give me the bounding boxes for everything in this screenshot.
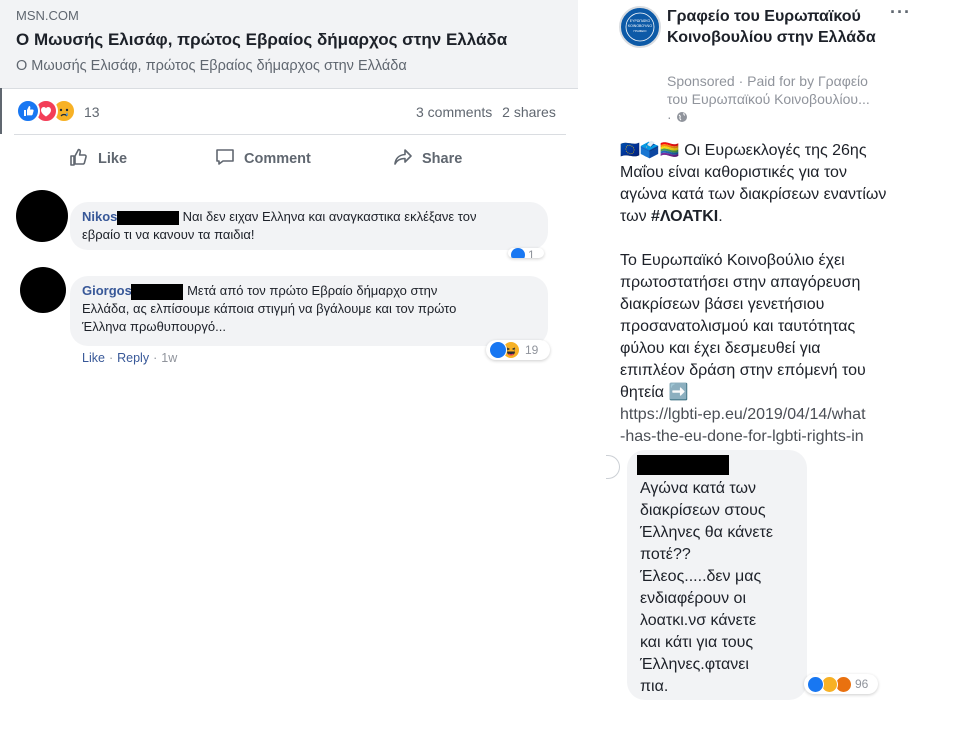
comment-author[interactable]: Nikos	[82, 209, 117, 224]
share-icon	[392, 146, 414, 172]
comment-line: πια.	[640, 678, 669, 695]
comment-reaction-count: 1	[528, 248, 535, 258]
comment-reply-link[interactable]: Reply	[117, 351, 149, 365]
comments-count[interactable]: 3 comments	[416, 104, 492, 120]
post-text: Μαΐου είναι καθοριστικές για τον	[620, 164, 847, 181]
comment-reaction-count: 19	[525, 343, 539, 357]
comment-line: διακρίσεων στους	[640, 502, 766, 519]
like-label: Like	[98, 151, 128, 167]
post-text: θητεία ➡️	[620, 384, 689, 401]
post-text: διακρίσεων βάσει γενετήσιου	[620, 296, 825, 313]
link-description: Ο Μωυσής Ελισάφ, πρώτος Εβραίος δήμαρχος…	[16, 58, 407, 74]
link-domain: MSN.COM	[16, 8, 79, 23]
comment-icon	[214, 146, 236, 172]
comment-line: ενδιαφέρουν οι	[640, 590, 746, 607]
comment-line: Έλληνες.φτανει	[640, 656, 749, 673]
link-preview-card[interactable]: MSN.COM Ο Μωυσής Ελισάφ, πρώτος Εβραίος …	[0, 0, 578, 89]
more-options-icon[interactable]: ···	[890, 2, 911, 23]
link-title[interactable]: Ο Μωυσής Ελισάφ, πρώτος Εβραίος δήμαρχος…	[16, 30, 507, 50]
comment-line: και κάτι για τους	[640, 634, 754, 651]
comment-line: Αγώνα κατά των	[640, 480, 756, 497]
post-text: αγώνα κατά των διακρίσεων εναντίων	[620, 186, 887, 203]
sponsored-label: Sponsored · Paid for by Γραφείο του Ευρω…	[667, 72, 887, 127]
page-name[interactable]: Γραφείο του Ευρωπαϊκού Κοινοβουλίου στην…	[667, 6, 887, 48]
emoji-flags: 🇪🇺🗳️🏳️‍🌈	[620, 142, 680, 159]
globe-icon[interactable]	[676, 109, 688, 127]
post-text: φύλου και έχει δεσμευθεί για	[620, 340, 821, 357]
page-logo[interactable]: ΕΥΡΩΠΑΪΚΟ ΚΟΙΝΟΒΟΥΛΙΟ ΓΡΑΦΕΙΟ	[619, 6, 661, 48]
divider	[14, 134, 566, 135]
comment-reactions[interactable]: 1	[508, 248, 544, 258]
like-icon	[16, 99, 40, 123]
share-button[interactable]: Share	[392, 147, 462, 171]
redacted-name	[131, 283, 184, 300]
comment-button[interactable]: Comment	[214, 147, 311, 171]
like-button[interactable]: Like	[68, 147, 127, 171]
svg-text:ΕΥΡΩΠΑΪΚΟ: ΕΥΡΩΠΑΪΚΟ	[630, 19, 651, 23]
post-text: Οι Ευρωεκλογές της 26ης	[684, 142, 867, 159]
comment-text-cont: Ελλάδα, ας ελπίσουμε κάποια στιγμή να βγ…	[82, 301, 457, 316]
comment-text: Μετά από τον πρώτο Εβραίο δήμαρχο στην	[187, 283, 438, 298]
svg-text:ΓΡΑΦΕΙΟ: ΓΡΑΦΕΙΟ	[634, 29, 648, 33]
comment-reactions[interactable]: 96	[804, 674, 878, 694]
post-text: πρωτοστατήσει στην απαγόρευση	[620, 274, 861, 291]
like-icon	[511, 248, 525, 258]
like-icon	[489, 341, 507, 359]
svg-text:ΚΟΙΝΟΒΟΥΛΙΟ: ΚΟΙΝΟΒΟΥΛΙΟ	[628, 24, 653, 28]
avatar[interactable]	[16, 190, 68, 242]
comment-text-cont: Έλληνα πρωθυπουργό...	[82, 319, 226, 334]
like-icon	[807, 675, 824, 693]
comment-text-cont: εβραίο τι να κανουν τα παιδια!	[82, 227, 255, 242]
paid-for-line[interactable]: του Ευρωπαϊκού Κοινοβουλίου...	[667, 90, 887, 108]
external-link[interactable]: https://lgbti-ep.eu/2019/04/14/what	[620, 404, 920, 426]
comment-bubble: Nikos Ναι δεν ειχαν Ελληνα και αναγκαστι…	[70, 202, 548, 250]
post-text: των	[620, 208, 652, 225]
thumbs-up-icon	[68, 146, 90, 172]
comment-label: Comment	[244, 151, 311, 167]
redacted-name	[637, 455, 729, 475]
privacy-row: ·	[667, 108, 887, 127]
comment-bubble: Giorgos Μετά από τον πρώτο Εβραίο δήμαρχ…	[70, 276, 548, 346]
comment-line: ποτέ??	[640, 546, 691, 563]
comment-timestamp[interactable]: 1w	[161, 351, 177, 365]
post-left-border	[0, 88, 2, 134]
comment-text: Ναι δεν ειχαν Ελληνα και αναγκαστικα εκλ…	[182, 209, 477, 224]
comment-meta: Like · Reply · 1w	[82, 351, 178, 365]
comment-line: λοατκι.νσ κάνετε	[640, 612, 757, 629]
comment-text: Αγώνα κατά των διακρίσεων στους Έλληνες …	[640, 478, 800, 698]
post-text: προσανατολισμού και ταυτότητας	[620, 318, 856, 335]
hashtag-link[interactable]: #ΛΟΑΤΚΙ	[651, 208, 718, 225]
post-text: .	[718, 208, 723, 225]
comment-line: Έλληνες θα κάνετε	[640, 524, 773, 541]
comment-reaction-count: 96	[855, 677, 869, 691]
avatar[interactable]	[20, 267, 66, 313]
post-text: Το Ευρωπαϊκό Κοινοβούλιο έχει	[620, 252, 845, 269]
external-link[interactable]: -has-the-eu-done-for-lgbti-rights-in	[620, 426, 920, 448]
comment-like-link[interactable]: Like	[82, 351, 105, 365]
comment-reactions[interactable]: 19	[486, 340, 550, 360]
post-stats: 3 comments 2 shares	[416, 104, 562, 120]
sponsored-line[interactable]: Sponsored · Paid for by Γραφείο	[667, 72, 887, 90]
shares-count[interactable]: 2 shares	[502, 104, 556, 120]
post-text: επιπλέον δράση στην επόμενή του	[620, 362, 866, 379]
post-body: 🇪🇺🗳️🏳️‍🌈 Οι Ευρωεκλογές της 26ης Μαΐου ε…	[620, 140, 920, 448]
comment-author[interactable]: Giorgos	[82, 283, 132, 298]
comment-line: Έλεος.....δεν μας	[640, 568, 762, 585]
reaction-count[interactable]: 13	[84, 104, 100, 120]
avatar[interactable]	[606, 455, 620, 479]
redacted-name	[117, 210, 180, 225]
share-label: Share	[422, 151, 463, 167]
